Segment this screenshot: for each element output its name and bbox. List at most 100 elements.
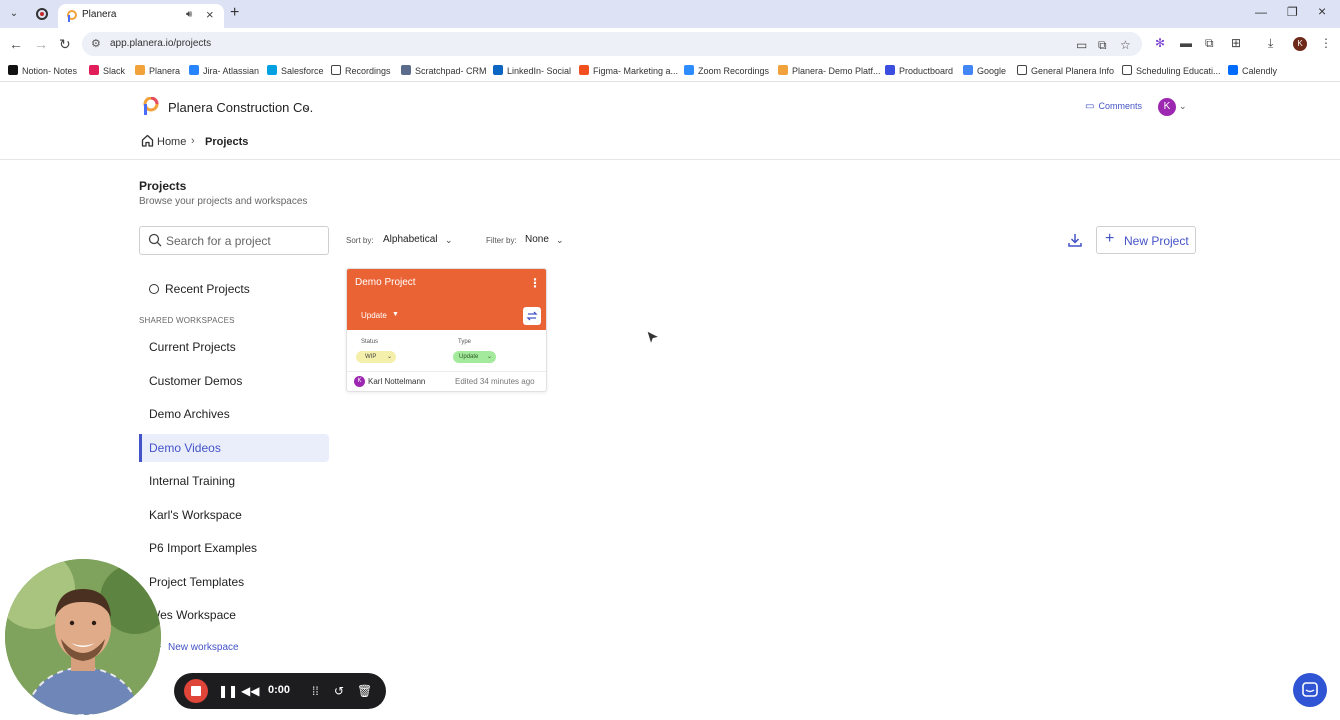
project-search[interactable] [139, 226, 329, 255]
minimize-icon[interactable]: — [1255, 5, 1267, 19]
bookmark-item[interactable]: Jira- Atlassian [189, 65, 259, 76]
cast-icon[interactable]: ⧉ [1098, 38, 1107, 53]
recent-projects-link[interactable]: Recent Projects [149, 282, 250, 296]
card-switch-icon[interactable] [523, 307, 541, 325]
workspace-item[interactable]: Demo Videos [139, 433, 329, 462]
breadcrumb-home[interactable]: Home [157, 136, 186, 148]
bookmark-item[interactable]: Planera [135, 65, 180, 76]
company-name[interactable]: Planera Construction Co. [168, 100, 313, 115]
extensions-puzzle-icon[interactable]: ⊞ [1231, 36, 1241, 50]
bookmark-item[interactable]: Calendly [1228, 65, 1277, 76]
type-value: Update [459, 354, 479, 360]
forward-icon[interactable]: → [34, 36, 48, 52]
support-chat-button[interactable] [1293, 673, 1327, 707]
bookmark-favicon-icon [8, 65, 18, 75]
page-subtitle: Browse your projects and workspaces [139, 196, 308, 207]
address-bar[interactable]: ⚙︎ app.planera.io/projects ▭ ⧉ ☆ [82, 32, 1142, 56]
tab-close-icon[interactable]: × [206, 7, 214, 22]
mouse-cursor-icon [646, 330, 660, 346]
workspace-item[interactable]: Wes Workspace [139, 601, 329, 629]
bookmark-star-icon[interactable]: ☆ [1120, 38, 1131, 52]
back-icon[interactable]: ← [9, 36, 23, 52]
project-card[interactable]: Demo Project ⋮ Update ▼ Status Type WIP ⌄… [346, 268, 547, 392]
stop-recording-button[interactable] [184, 679, 208, 703]
project-card-header[interactable]: Demo Project ⋮ Update ▼ [347, 269, 546, 330]
extension-2-icon[interactable]: ▬ [1180, 36, 1192, 50]
recent-projects-label: Recent Projects [165, 282, 250, 296]
user-avatar[interactable]: K [1158, 98, 1176, 116]
reload-icon[interactable]: ↻ [59, 36, 71, 52]
company-chevron-down-icon[interactable]: ⌄ [302, 100, 311, 113]
bookmark-item[interactable]: Productboard [885, 65, 953, 76]
bookmark-item[interactable]: Salesforce [267, 65, 324, 76]
bookmark-item[interactable]: LinkedIn- Social [493, 65, 571, 76]
bookmark-item[interactable]: General Planera Info [1017, 65, 1114, 76]
extension-icon[interactable]: ✻ [1155, 36, 1165, 50]
bookmark-item[interactable]: Scratchpad- CRM [401, 65, 487, 76]
sort-chevron-down-icon[interactable]: ⌄ [445, 235, 453, 246]
trash-icon[interactable]: 🗑︎ [357, 683, 372, 699]
new-project-button[interactable]: + New Project [1096, 226, 1196, 254]
workspace-item[interactable]: Internal Training [139, 467, 329, 495]
workspace-item[interactable]: Project Templates [139, 568, 329, 596]
filter-dropdown[interactable]: None [525, 234, 549, 245]
bookmark-item[interactable]: Slack [89, 65, 125, 76]
bookmark-item[interactable]: Scheduling Educati... [1122, 65, 1221, 76]
card-more-icon[interactable]: ⋮ [529, 276, 541, 290]
project-card-title[interactable]: Demo Project [355, 277, 416, 288]
tab-audio-icon[interactable]: 🔊︎ [186, 9, 192, 20]
filter-chevron-down-icon[interactable]: ⌄ [556, 235, 564, 246]
bookmark-item[interactable]: Planera- Demo Platf... [778, 65, 881, 76]
comments-button[interactable]: ▭ Comments [1085, 101, 1142, 112]
home-icon[interactable] [141, 134, 154, 147]
workspace-item[interactable]: P6 Import Examples [139, 534, 329, 562]
browser-tab-active[interactable]: Planera 🔊︎ × [58, 4, 224, 28]
bookmark-item[interactable]: Figma- Marketing a... [579, 65, 678, 76]
bookmark-favicon-icon [963, 65, 973, 75]
bookmark-item[interactable]: Recordings [331, 65, 391, 76]
type-badge[interactable]: Update ⌄ [453, 351, 496, 363]
pause-icon[interactable]: ❚❚ [218, 683, 238, 699]
restore-icon[interactable]: ❐ [1287, 5, 1298, 19]
new-tab-icon[interactable]: + [230, 4, 239, 22]
window-close-icon[interactable]: × [1318, 3, 1326, 19]
rewind-icon[interactable]: ◀◀ [241, 683, 259, 699]
plus-icon: + [1105, 230, 1115, 247]
card-update-dropdown[interactable]: Update [361, 311, 387, 320]
extension-3-icon[interactable]: ⧉ [1205, 36, 1214, 51]
status-badge[interactable]: WIP ⌄ [356, 351, 396, 363]
webcam-overlay[interactable] [5, 559, 161, 715]
clipboard-icon[interactable]: ▭ [1076, 38, 1087, 52]
download-icon[interactable] [1066, 231, 1084, 249]
search-icon [148, 233, 162, 247]
search-input[interactable] [166, 232, 322, 250]
restart-icon[interactable]: ↺ [334, 683, 344, 699]
browser-profile-avatar[interactable]: K [1293, 37, 1307, 51]
folder-icon [1017, 65, 1027, 75]
bookmark-item[interactable]: Google [963, 65, 1006, 76]
site-info-icon[interactable]: ⚙︎ [91, 37, 101, 50]
bookmark-item[interactable]: Notion- Notes [8, 65, 77, 76]
card-update-caret-icon[interactable]: ▼ [392, 311, 399, 318]
status-label: Status [361, 339, 379, 345]
downloads-icon[interactable]: ⤓ [1268, 36, 1273, 51]
url-text[interactable]: app.planera.io/projects [110, 38, 211, 49]
recording-tab-icon[interactable] [36, 8, 48, 20]
page-title: Projects [139, 179, 187, 193]
grid-icon[interactable]: ⁞⁞ [312, 683, 319, 699]
planera-logo-icon[interactable] [141, 97, 159, 115]
bookmark-favicon-icon [189, 65, 199, 75]
browser-menu-icon[interactable]: ⋮ [1320, 36, 1332, 50]
bookmark-label: Jira- Atlassian [203, 66, 260, 76]
folder-icon [1122, 65, 1132, 75]
workspace-item[interactable]: Current Projects [139, 333, 329, 361]
owner-avatar: K [354, 376, 365, 387]
workspace-item[interactable]: Customer Demos [139, 367, 329, 395]
tab-search-dropdown-icon[interactable]: ⌄ [6, 6, 22, 22]
sort-dropdown[interactable]: Alphabetical [383, 234, 437, 245]
workspace-item[interactable]: Demo Archives [139, 400, 329, 428]
bookmark-item[interactable]: Zoom Recordings [684, 65, 769, 76]
new-workspace-link[interactable]: New workspace [168, 642, 239, 653]
workspace-item[interactable]: Karl's Workspace [139, 501, 329, 529]
user-menu-chevron-icon[interactable]: ⌄ [1179, 101, 1187, 112]
